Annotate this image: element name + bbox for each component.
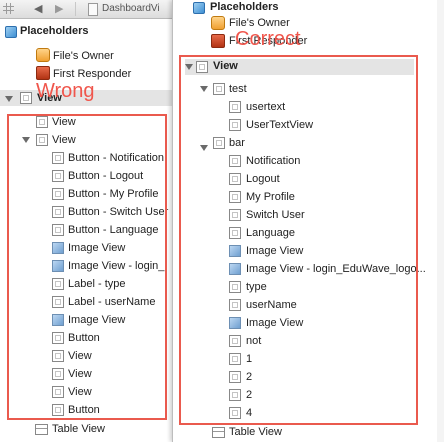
forward-arrow-icon[interactable]: ▶ <box>55 2 63 15</box>
wrong-highlight-box <box>7 114 167 420</box>
table-view-icon <box>212 427 225 438</box>
view-icon <box>20 92 32 104</box>
outline-item[interactable]: Table View <box>52 423 105 435</box>
disclosure-triangle-icon[interactable] <box>5 96 13 102</box>
first-responder-item[interactable]: First Responder <box>53 68 131 80</box>
files-owner-icon <box>211 16 225 30</box>
toolbar-divider <box>75 2 76 16</box>
placeholders-header: Placeholders <box>210 1 279 13</box>
table-view-icon <box>35 424 48 435</box>
jump-bar: ◀ ▶ DashboardVi <box>0 0 172 19</box>
placeholders-cube-icon <box>5 26 17 38</box>
files-owner-icon <box>36 48 50 62</box>
right-outline-pane: Placeholders File's Owner First Responde… <box>172 0 444 442</box>
correct-annotation: Correct <box>235 28 301 50</box>
first-responder-icon <box>36 66 50 80</box>
left-outline-pane: ◀ ▶ DashboardVi Placeholders File's Owne… <box>0 0 172 442</box>
placeholders-cube-icon <box>193 2 205 14</box>
placeholders-header: Placeholders <box>20 25 89 37</box>
files-owner-item[interactable]: File's Owner <box>53 50 114 62</box>
xib-file-icon <box>88 3 98 16</box>
outline-item[interactable]: Table View <box>229 426 282 438</box>
correct-highlight-box <box>179 55 418 425</box>
first-responder-icon <box>211 34 225 48</box>
related-files-icon[interactable] <box>3 3 14 14</box>
back-arrow-icon[interactable]: ◀ <box>34 2 42 15</box>
vertical-scrollbar[interactable] <box>437 0 444 442</box>
wrong-annotation: Wrong <box>36 80 95 102</box>
breadcrumb-file[interactable]: DashboardVi <box>102 3 160 14</box>
